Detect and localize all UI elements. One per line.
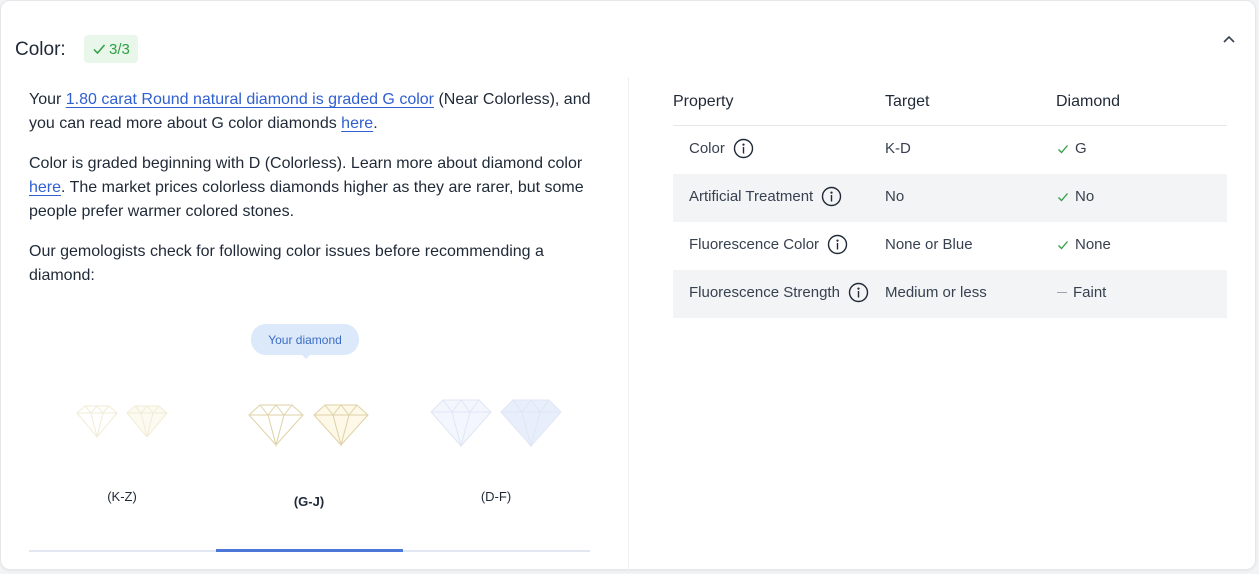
diamond-value: G [1075,140,1087,157]
table-row: Color K-D G [673,126,1227,174]
diamond-grade-link[interactable]: 1.80 carat Round natural diamond is grad… [66,91,434,108]
table-row: Fluorescence Color None or Blue None [673,222,1227,270]
diamond-illustration-g-j [247,402,371,448]
check-icon [1057,191,1069,203]
target-cell: No [885,188,905,205]
tooltip-tail [301,354,311,359]
badge-count: 3/3 [109,40,130,58]
check-icon [1057,143,1069,155]
intro-text: . [373,115,378,132]
column-divider [628,77,629,571]
info-icon[interactable] [848,282,869,303]
chevron-up-icon [1223,35,1235,43]
your-diamond-tooltip: Your diamond [251,324,359,355]
diamond-value: None [1075,236,1111,253]
property-name: Fluorescence Strength [689,284,840,301]
check-icon [1057,239,1069,251]
table-row: Fluorescence Strength Medium or less Fai… [673,270,1227,318]
grade-scale-selected-indicator [216,549,403,552]
column-header-target: Target [885,93,930,110]
column-header-diamond: Diamond [1056,93,1121,110]
target-cell: None or Blue [885,236,973,253]
status-badge: 3/3 [84,35,138,63]
intro-paragraph-2: Color is graded beginning with D (Colorl… [29,152,599,224]
diamond-illustration-k-z [75,403,171,439]
column-header-property: Property [673,93,734,110]
info-icon[interactable] [733,138,754,159]
intro-text: Color is graded beginning with D (Colorl… [29,155,583,172]
diamond-value: Faint [1073,284,1107,301]
property-name: Fluorescence Color [689,236,820,253]
collapse-button[interactable] [1220,31,1238,49]
diamond-illustration-d-f [429,397,565,449]
diamond-cell: Faint [1057,284,1106,301]
diamond-color-here-link[interactable]: here [29,179,61,196]
table-header-row: Property Target Diamond [673,85,1227,126]
diamond-cell: No [1057,188,1094,205]
color-section-card: Color: 3/3 Your 1.80 carat Round natural… [0,0,1256,571]
diamond-cell: None [1057,236,1111,253]
g-color-here-link[interactable]: here [341,115,373,132]
intro-text: . The market prices colorless diamonds h… [29,179,584,220]
info-icon[interactable] [827,234,848,255]
property-cell: Fluorescence Color [689,234,848,255]
check-icon [93,44,106,55]
intro-paragraph-3: Our gemologists check for following colo… [29,243,544,284]
dash-icon [1057,292,1067,293]
intro-paragraph-1: Your 1.80 carat Round natural diamond is… [29,88,599,136]
section-title: Color: [15,39,66,60]
grade-label-g-j[interactable]: (G-J) [279,494,339,509]
diamond-cell: G [1057,140,1087,157]
target-cell: Medium or less [885,284,987,301]
grade-label-k-z[interactable]: (K-Z) [92,489,152,504]
property-name: Color [689,140,725,157]
info-icon[interactable] [821,186,842,207]
grade-label-d-f[interactable]: (D-F) [466,489,526,504]
property-name: Artificial Treatment [689,188,814,205]
table-row: Artificial Treatment No No [673,174,1227,222]
diamond-value: No [1075,188,1095,205]
property-cell: Artificial Treatment [689,186,842,207]
intro-text: Your [29,91,66,108]
property-cell: Fluorescence Strength [689,282,869,303]
property-cell: Color [689,138,754,159]
target-cell: K-D [885,140,911,157]
properties-table: Property Target Diamond Color K-D G Arti… [673,85,1227,318]
